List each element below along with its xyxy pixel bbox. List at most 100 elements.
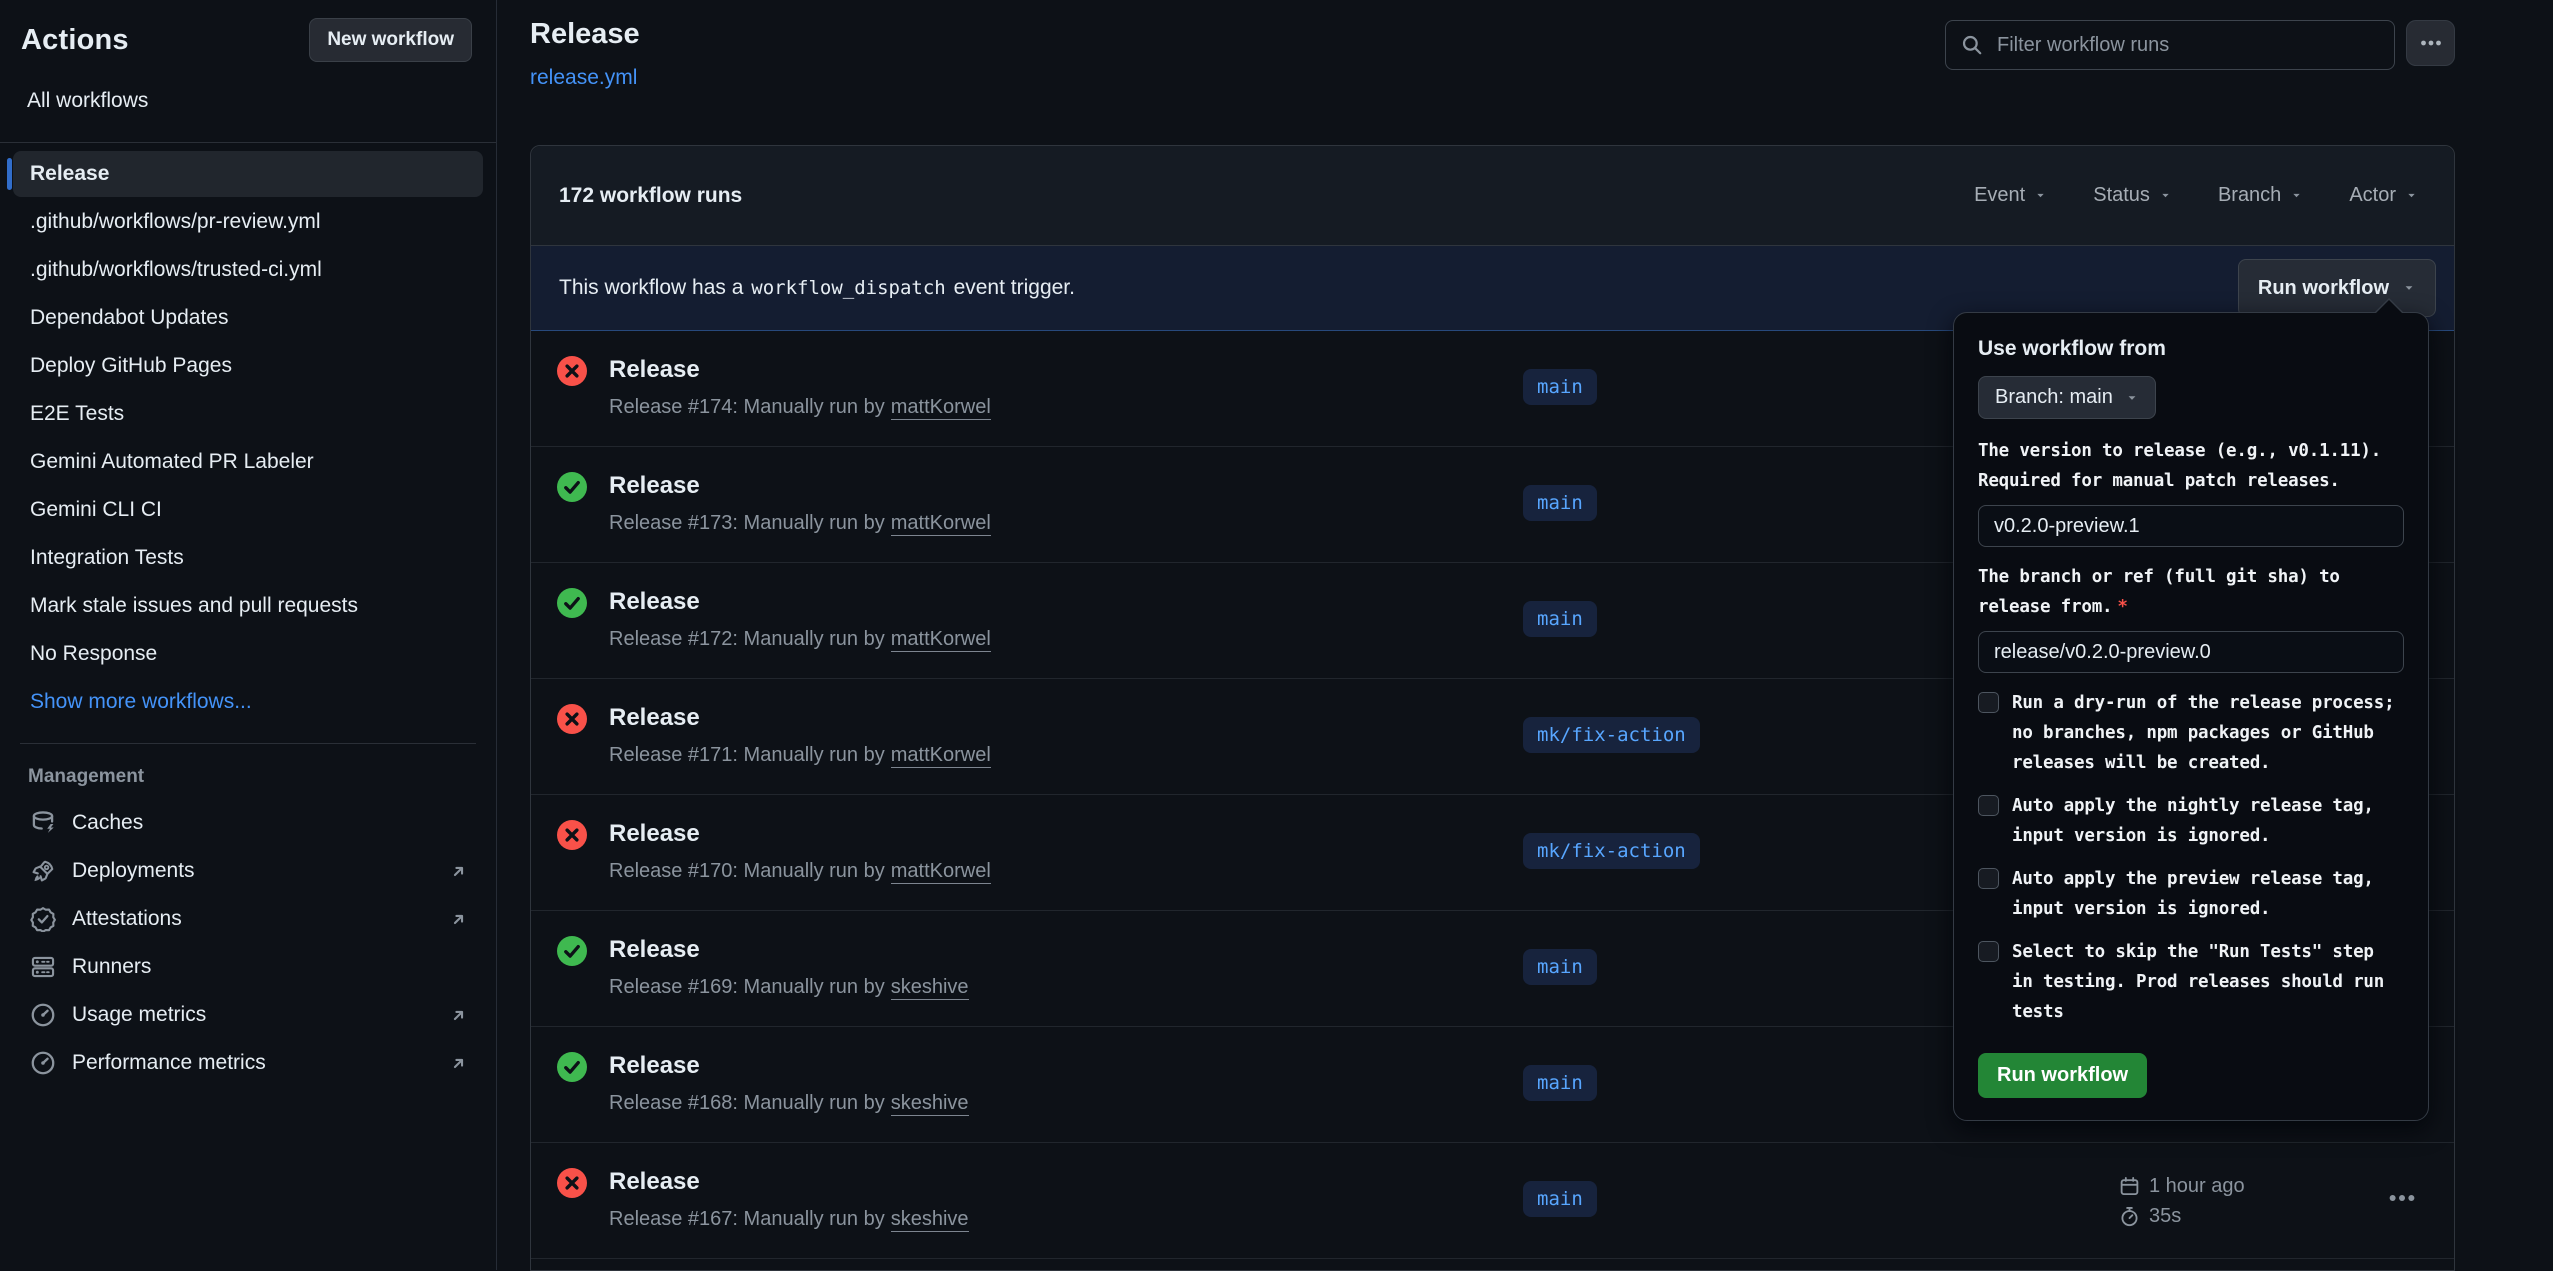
skip-tests-checkbox[interactable]	[1978, 941, 1999, 962]
sidebar-item-e2e-tests[interactable]: E2E Tests	[13, 391, 483, 437]
all-workflows-link[interactable]: All workflows	[27, 89, 496, 113]
branch-label[interactable]: main	[1523, 369, 1597, 405]
run-actor-link[interactable]: mattKorwel	[891, 860, 991, 884]
run-options-kebab-icon[interactable]	[2387, 1183, 2417, 1213]
sidebar-item-gemini-cli-ci[interactable]: Gemini CLI CI	[13, 487, 483, 533]
sidebar-item-release[interactable]: Release	[13, 151, 483, 197]
workflow-run-row[interactable]: Release Release #167: Manually run byske…	[531, 1143, 2454, 1259]
sidebar-item-no-response[interactable]: No Response	[13, 631, 483, 677]
chevron-down-icon	[2402, 281, 2416, 295]
run-title[interactable]: Release	[609, 936, 700, 964]
dry-run-option: Run a dry-run of the release process; no…	[1978, 688, 2404, 778]
nightly-tag-label: Auto apply the nightly release tag, inpu…	[2012, 791, 2396, 851]
version-field-description: The version to release (e.g., v0.1.11). …	[1978, 436, 2404, 496]
run-time: 1 hour ago	[2149, 1175, 2245, 1198]
workflow-options-kebab-button[interactable]	[2406, 20, 2455, 66]
branch-label[interactable]: main	[1523, 601, 1597, 637]
sidebar-divider	[0, 142, 496, 143]
branch-label[interactable]: main	[1523, 949, 1597, 985]
run-title[interactable]: Release	[609, 588, 700, 616]
ref-field-description: The branch or ref (full git sha) to rele…	[1978, 562, 2404, 622]
run-actor-link[interactable]: mattKorwel	[891, 744, 991, 768]
management-item-label: Deployments	[72, 859, 195, 883]
sidebar-item-deploy-github-pages[interactable]: Deploy GitHub Pages	[13, 343, 483, 389]
chevron-down-icon	[2034, 189, 2047, 202]
sidebar-item-dependabot-updates[interactable]: Dependabot Updates	[13, 295, 483, 341]
new-workflow-button[interactable]: New workflow	[309, 18, 472, 62]
management-heading: Management	[28, 766, 496, 788]
page-title: Release	[530, 18, 640, 51]
run-actor-link[interactable]: skeshive	[891, 1208, 969, 1232]
filter-label: Status	[2093, 184, 2150, 207]
run-actor-link[interactable]: skeshive	[891, 1092, 969, 1116]
run-title[interactable]: Release	[609, 472, 700, 500]
preview-tag-label: Auto apply the preview release tag, inpu…	[2012, 864, 2396, 924]
filter-workflow-runs-input[interactable]	[1995, 33, 2379, 58]
branch-selector-button[interactable]: Branch: main	[1978, 376, 2156, 419]
external-link-icon	[448, 861, 469, 882]
sidebar-item-attestations[interactable]: Attestations	[13, 896, 483, 942]
banner-text: This workflow has a workflow_dispatch ev…	[559, 276, 1075, 300]
actions-sidebar: Actions New workflow All workflows Relea…	[0, 0, 497, 1270]
run-title[interactable]: Release	[609, 356, 700, 384]
sidebar-item-trusted-ci[interactable]: .github/workflows/trusted-ci.yml	[13, 247, 483, 293]
run-actor-link[interactable]: mattKorwel	[891, 396, 991, 420]
filter-event-dropdown[interactable]: Event	[1974, 184, 2047, 207]
sidebar-item-runners[interactable]: Runners	[13, 944, 483, 990]
sidebar-item-usage-metrics[interactable]: Usage metrics	[13, 992, 483, 1038]
external-link-icon	[448, 1053, 469, 1074]
run-title[interactable]: Release	[609, 704, 700, 732]
sidebar-item-pr-review[interactable]: .github/workflows/pr-review.yml	[13, 199, 483, 245]
sidebar-item-deployments[interactable]: Deployments	[13, 848, 483, 894]
workflow-file-link[interactable]: release.yml	[530, 66, 637, 90]
runs-list-header: 172 workflow runs Event Status Branch Ac…	[531, 146, 2454, 246]
calendar-icon	[2119, 1176, 2140, 1197]
x-circle-icon	[557, 704, 587, 734]
branch-label[interactable]: main	[1523, 1065, 1597, 1101]
sidebar-item-performance-metrics[interactable]: Performance metrics	[13, 1040, 483, 1086]
management-item-label: Performance metrics	[72, 1051, 266, 1075]
show-more-workflows-link[interactable]: Show more workflows...	[13, 679, 483, 725]
management-item-label: Runners	[72, 955, 151, 979]
ref-field-text: The branch or ref (full git sha) to rele…	[1978, 567, 2340, 617]
sidebar-item-gemini-pr-labeler[interactable]: Gemini Automated PR Labeler	[13, 439, 483, 485]
dry-run-checkbox[interactable]	[1978, 692, 1999, 713]
run-desc-text: Release #172: Manually run by	[609, 628, 885, 650]
filter-status-dropdown[interactable]: Status	[2093, 184, 2172, 207]
preview-tag-checkbox[interactable]	[1978, 868, 1999, 889]
run-actor-link[interactable]: mattKorwel	[891, 628, 991, 652]
sidebar-divider	[20, 743, 476, 744]
chevron-down-icon	[2405, 189, 2418, 202]
sidebar-item-mark-stale[interactable]: Mark stale issues and pull requests	[13, 583, 483, 629]
sidebar-item-integration-tests[interactable]: Integration Tests	[13, 535, 483, 581]
run-workflow-dropdown-button[interactable]: Run workflow	[2238, 259, 2436, 317]
x-circle-icon	[557, 1168, 587, 1198]
filter-branch-dropdown[interactable]: Branch	[2218, 184, 2303, 207]
check-circle-icon	[557, 472, 587, 502]
run-title[interactable]: Release	[609, 1168, 700, 1196]
ref-input[interactable]	[1978, 631, 2404, 673]
run-title[interactable]: Release	[609, 820, 700, 848]
branch-label[interactable]: mk/fix-action	[1523, 717, 1700, 753]
dialog-heading: Use workflow from	[1978, 337, 2404, 361]
branch-label[interactable]: main	[1523, 485, 1597, 521]
branch-label[interactable]: mk/fix-action	[1523, 833, 1700, 869]
external-link-icon	[448, 1005, 469, 1026]
run-meta: 1 hour ago 35s	[2119, 1171, 2245, 1231]
run-description: Release #172: Manually run by mattKorwel	[609, 628, 991, 651]
filter-workflow-runs-box	[1945, 20, 2395, 70]
banner-text-after: event trigger.	[954, 276, 1075, 299]
filter-actor-dropdown[interactable]: Actor	[2349, 184, 2418, 207]
preview-tag-option: Auto apply the preview release tag, inpu…	[1978, 864, 2404, 924]
branch-label[interactable]: main	[1523, 1181, 1597, 1217]
run-actor-link[interactable]: mattKorwel	[891, 512, 991, 536]
run-title[interactable]: Release	[609, 1052, 700, 1080]
nightly-tag-checkbox[interactable]	[1978, 795, 1999, 816]
run-actor-link[interactable]: skeshive	[891, 976, 969, 1000]
sidebar-item-caches[interactable]: Caches	[13, 800, 483, 846]
run-desc-text: Release #174: Manually run by	[609, 396, 885, 418]
sidebar-title: Actions	[21, 24, 129, 57]
run-workflow-submit-button[interactable]: Run workflow	[1978, 1053, 2147, 1098]
run-description: Release #174: Manually run by mattKorwel	[609, 396, 991, 419]
version-input[interactable]	[1978, 505, 2404, 547]
